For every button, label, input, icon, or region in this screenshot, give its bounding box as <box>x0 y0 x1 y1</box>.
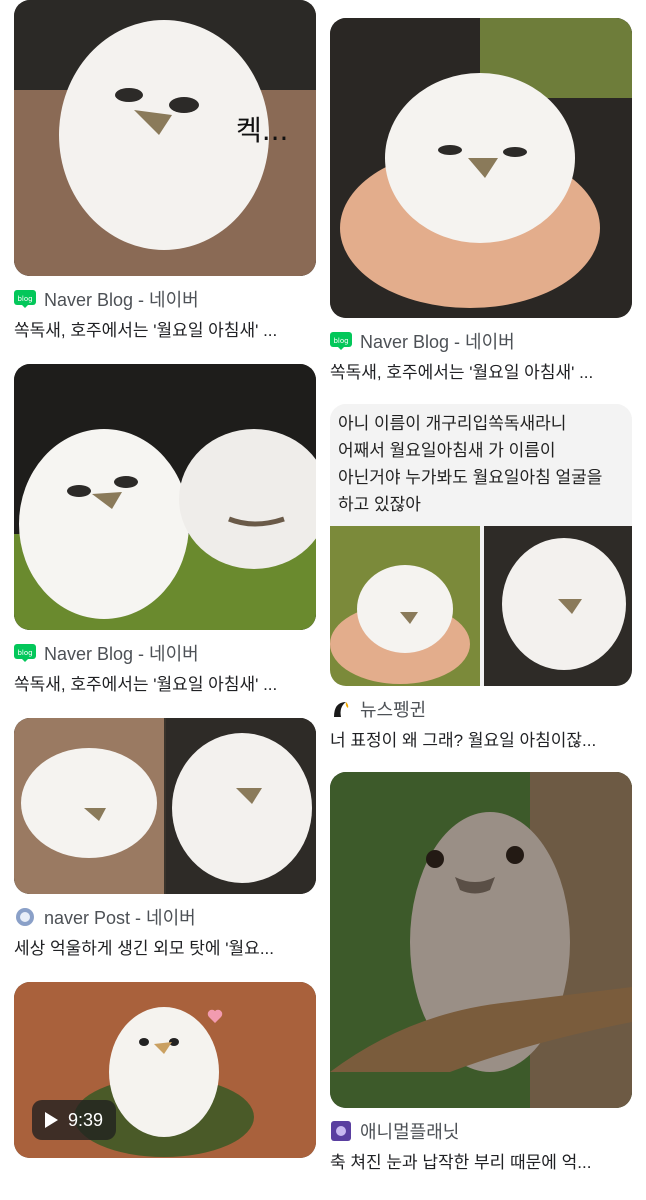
result-source[interactable]: blog Naver Blog - 네이버 <box>14 286 316 312</box>
result-image[interactable] <box>14 718 316 894</box>
source-label: Naver Blog - 네이버 <box>44 290 199 310</box>
result-source[interactable]: 애니멀플래닛 <box>330 1118 632 1144</box>
result-source[interactable]: naver Post - 네이버 <box>14 904 316 930</box>
result-card[interactable]: blog Naver Blog - 네이버 쏙독새, 호주에서는 '월요일 아침… <box>330 18 632 386</box>
owl-chick-in-hand-image <box>330 18 632 318</box>
result-image[interactable]: 9:39 <box>14 982 316 1158</box>
naver-blog-icon: blog <box>14 642 36 664</box>
result-source[interactable]: blog Naver Blog - 네이버 <box>14 640 316 666</box>
result-title[interactable]: 쏙독새, 호주에서는 '월요일 아침새' ... <box>14 674 316 698</box>
two-owl-chicks-image <box>14 364 316 630</box>
result-image[interactable] <box>330 18 632 318</box>
source-label: 애니멀플래닛 <box>360 1122 460 1142</box>
svg-text:blog: blog <box>333 337 348 345</box>
play-icon <box>44 1112 58 1128</box>
result-image[interactable]: 켁... <box>14 0 316 276</box>
result-source[interactable]: blog Naver Blog - 네이버 <box>330 328 632 354</box>
result-title[interactable]: 너 표정이 왜 그래? 월요일 아침이잖... <box>330 730 632 754</box>
result-source[interactable]: 뉴스펭귄 <box>330 696 632 722</box>
result-title[interactable]: 축 쳐진 눈과 납작한 부리 때문에 억... <box>330 1152 632 1176</box>
naver-blog-icon: blog <box>14 288 36 310</box>
meme-photos <box>330 526 632 686</box>
result-image[interactable]: 아니 이름이 개구리입쏙독새라니 어째서 월요일아침새 가 이름이 아닌거야 누… <box>330 404 632 686</box>
results-column-right: blog Naver Blog - 네이버 쏙독새, 호주에서는 '월요일 아침… <box>330 0 632 1190</box>
svg-text:blog: blog <box>17 649 32 657</box>
newspenguin-icon <box>330 698 352 720</box>
overlay-text: 켁... <box>236 114 288 147</box>
result-title[interactable]: 세상 억울하게 생긴 외모 탓에 '월요... <box>14 938 316 962</box>
result-image[interactable] <box>330 772 632 1108</box>
animal-planet-icon <box>330 1120 352 1142</box>
result-card[interactable]: 애니멀플래닛 축 쳐진 눈과 납작한 부리 때문에 억... <box>330 772 632 1176</box>
naver-blog-icon: blog <box>330 330 352 352</box>
source-label: naver Post - 네이버 <box>44 908 196 928</box>
video-duration: 9:39 <box>67 1109 104 1130</box>
result-card[interactable]: naver Post - 네이버 세상 억울하게 생긴 외모 탓에 '월요... <box>14 718 316 962</box>
source-label: Naver Blog - 네이버 <box>44 644 199 664</box>
result-title[interactable]: 쏙독새, 호주에서는 '월요일 아침새' ... <box>330 362 632 386</box>
result-card[interactable]: 아니 이름이 개구리입쏙독새라니 어째서 월요일아침새 가 이름이 아닌거야 누… <box>330 404 632 754</box>
result-card[interactable]: 켁... blog Naver Blog - 네이버 쏙독새, 호주에서는 '월… <box>14 0 316 344</box>
results-column-left: 켁... blog Naver Blog - 네이버 쏙독새, 호주에서는 '월… <box>14 0 316 1172</box>
source-label: 뉴스펭귄 <box>360 700 427 720</box>
result-card[interactable]: 9:39 <box>14 982 316 1158</box>
owl-chick-pair-image <box>14 718 316 894</box>
result-title[interactable]: 쏙독새, 호주에서는 '월요일 아침새' ... <box>14 320 316 344</box>
svg-text:blog: blog <box>17 295 32 303</box>
naver-post-icon <box>14 906 36 928</box>
result-image[interactable] <box>14 364 316 630</box>
frogmouth-owl-image <box>330 772 632 1108</box>
owl-chick-image: 켁... <box>14 0 316 276</box>
result-card[interactable]: blog Naver Blog - 네이버 쏙독새, 호주에서는 '월요일 아침… <box>14 364 316 698</box>
video-duration-badge[interactable]: 9:39 <box>32 1100 116 1140</box>
source-label: Naver Blog - 네이버 <box>360 332 515 352</box>
